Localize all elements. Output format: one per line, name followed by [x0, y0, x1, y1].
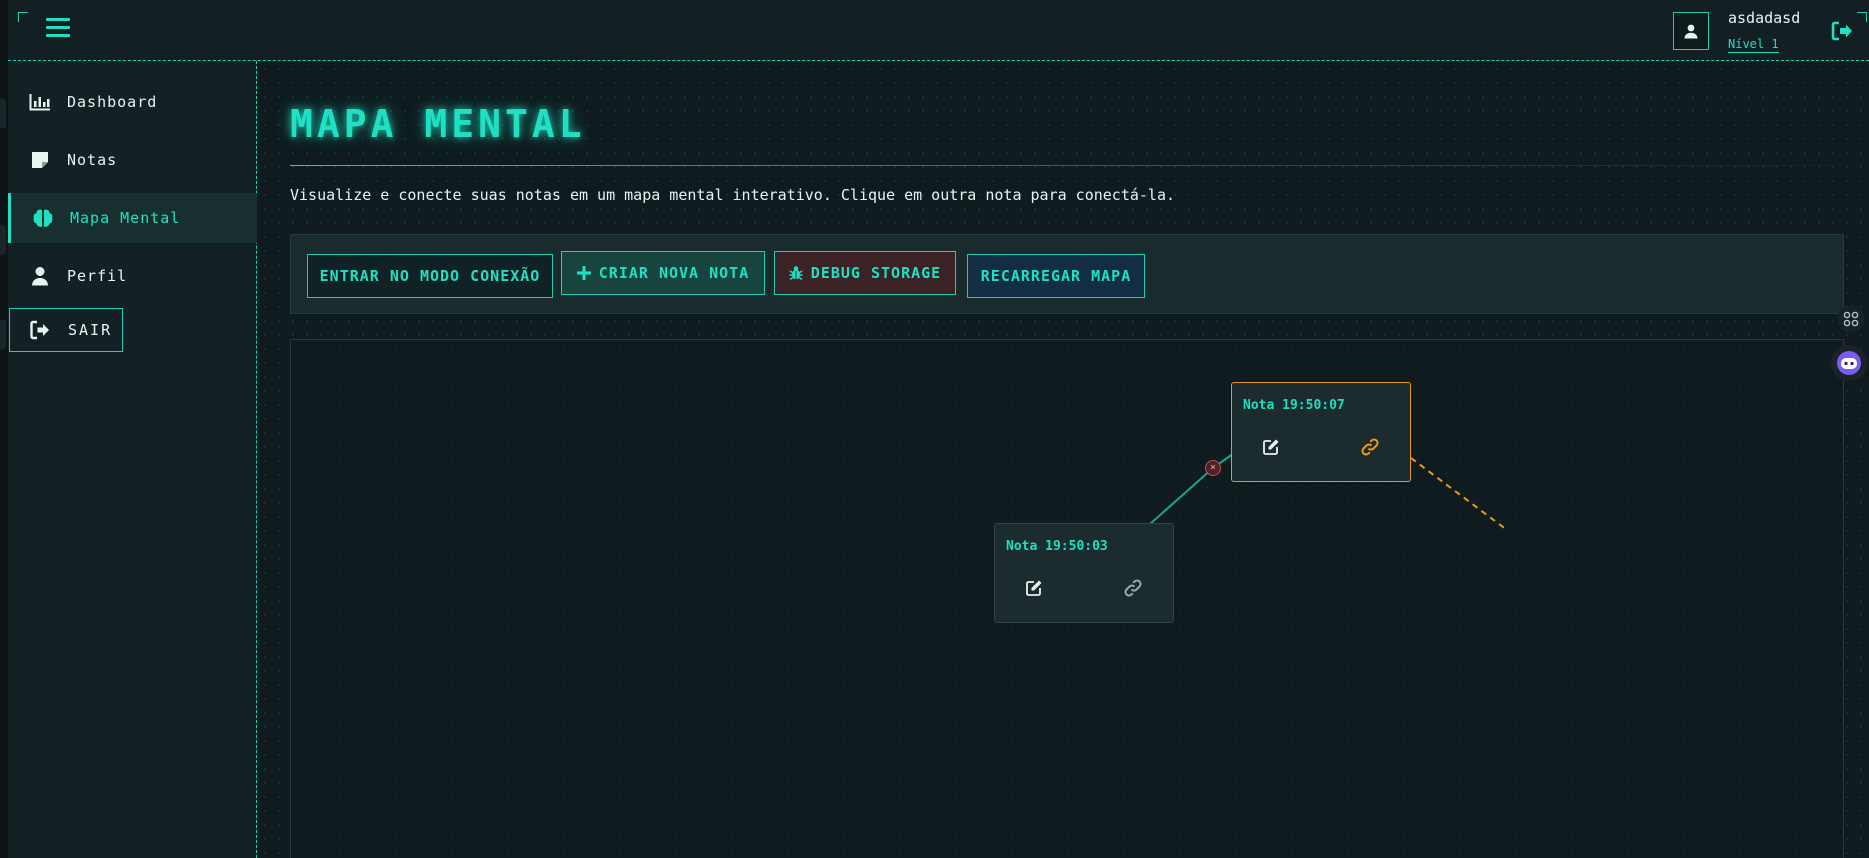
apps-widget-button[interactable]	[1837, 305, 1865, 333]
close-icon: ×	[1209, 462, 1217, 473]
rail-tab	[0, 320, 6, 350]
user-icon	[1684, 24, 1698, 39]
note-card[interactable]: Nota 19:50:07	[1231, 382, 1411, 482]
pending-connection-edge	[1410, 457, 1508, 531]
plus-icon	[576, 266, 591, 280]
page-description: Visualize e conecte suas notas em um map…	[290, 186, 1176, 204]
logout-button[interactable]: SAIR	[9, 308, 123, 352]
debug-storage-button[interactable]: DEBUG STORAGE	[774, 251, 956, 295]
assistant-widget-button[interactable]	[1831, 345, 1867, 381]
user-level-link[interactable]: Nível 1	[1728, 37, 1779, 53]
bug-icon	[789, 265, 803, 281]
rail-tab	[0, 225, 6, 255]
top-header: asdadasd Nível 1	[8, 0, 1869, 61]
assistant-bot-icon	[1837, 351, 1861, 375]
user-name: asdadasd	[1728, 9, 1801, 27]
menu-toggle-button[interactable]	[46, 18, 70, 38]
link-icon[interactable]	[1123, 578, 1143, 598]
debug-storage-label: DEBUG STORAGE	[810, 264, 942, 282]
corner-bracket	[1857, 12, 1867, 22]
edit-icon[interactable]	[1261, 437, 1281, 457]
create-note-label: CRIAR NOVA NOTA	[598, 264, 750, 282]
link-icon[interactable]	[1360, 437, 1380, 457]
sidebar-item-label: Mapa Mental	[70, 209, 181, 227]
reload-map-label: RECARREGAR MAPA	[980, 267, 1132, 285]
delete-connection-button[interactable]: ×	[1205, 460, 1221, 476]
title-divider	[290, 165, 1844, 166]
mindmap-canvas[interactable]: × Nota 19:50:07 Nota 19:50:03	[290, 339, 1844, 858]
sidebar-item-label: Perfil	[67, 267, 128, 285]
sidebar: Dashboard Notas Mapa Mental Perfil SAIR	[8, 61, 257, 858]
rail-tab	[0, 98, 6, 128]
grid-icon	[1843, 311, 1859, 327]
logout-icon[interactable]	[1830, 20, 1854, 42]
connect-mode-button[interactable]: ENTRAR NO MODO CONEXÃO	[307, 254, 553, 298]
sidebar-item-label: Dashboard	[67, 93, 158, 111]
avatar[interactable]	[1673, 12, 1709, 50]
chart-bar-icon	[28, 90, 52, 114]
menu-icon-bar	[46, 18, 70, 21]
sidebar-item-label: Notas	[67, 151, 118, 169]
connect-mode-label: ENTRAR NO MODO CONEXÃO	[319, 267, 541, 285]
mindmap-toolbar: ENTRAR NO MODO CONEXÃO CRIAR NOVA NOTA D…	[290, 234, 1844, 314]
brain-icon	[31, 206, 55, 230]
window-left-rail	[0, 0, 8, 858]
sticky-note-icon	[28, 148, 52, 172]
note-title: Nota 19:50:07	[1243, 398, 1345, 413]
edit-icon[interactable]	[1024, 578, 1044, 598]
create-note-button[interactable]: CRIAR NOVA NOTA	[561, 251, 765, 295]
logout-label: SAIR	[68, 321, 113, 339]
main-content: MAPA MENTAL Visualize e conecte suas not…	[258, 62, 1869, 858]
page-title: MAPA MENTAL	[290, 102, 586, 146]
sidebar-item-mapa-mental[interactable]: Mapa Mental	[8, 193, 257, 243]
sidebar-item-dashboard[interactable]: Dashboard	[8, 77, 257, 127]
sidebar-item-perfil[interactable]: Perfil	[8, 251, 257, 301]
corner-bracket	[18, 12, 28, 22]
sign-out-icon	[28, 319, 52, 341]
sidebar-item-notas[interactable]: Notas	[8, 135, 257, 185]
reload-map-button[interactable]: RECARREGAR MAPA	[967, 254, 1145, 298]
user-icon	[28, 264, 52, 288]
note-card[interactable]: Nota 19:50:03	[994, 523, 1174, 623]
note-title: Nota 19:50:03	[1006, 539, 1108, 554]
menu-icon-bar	[46, 34, 70, 37]
menu-icon-bar	[46, 26, 70, 29]
